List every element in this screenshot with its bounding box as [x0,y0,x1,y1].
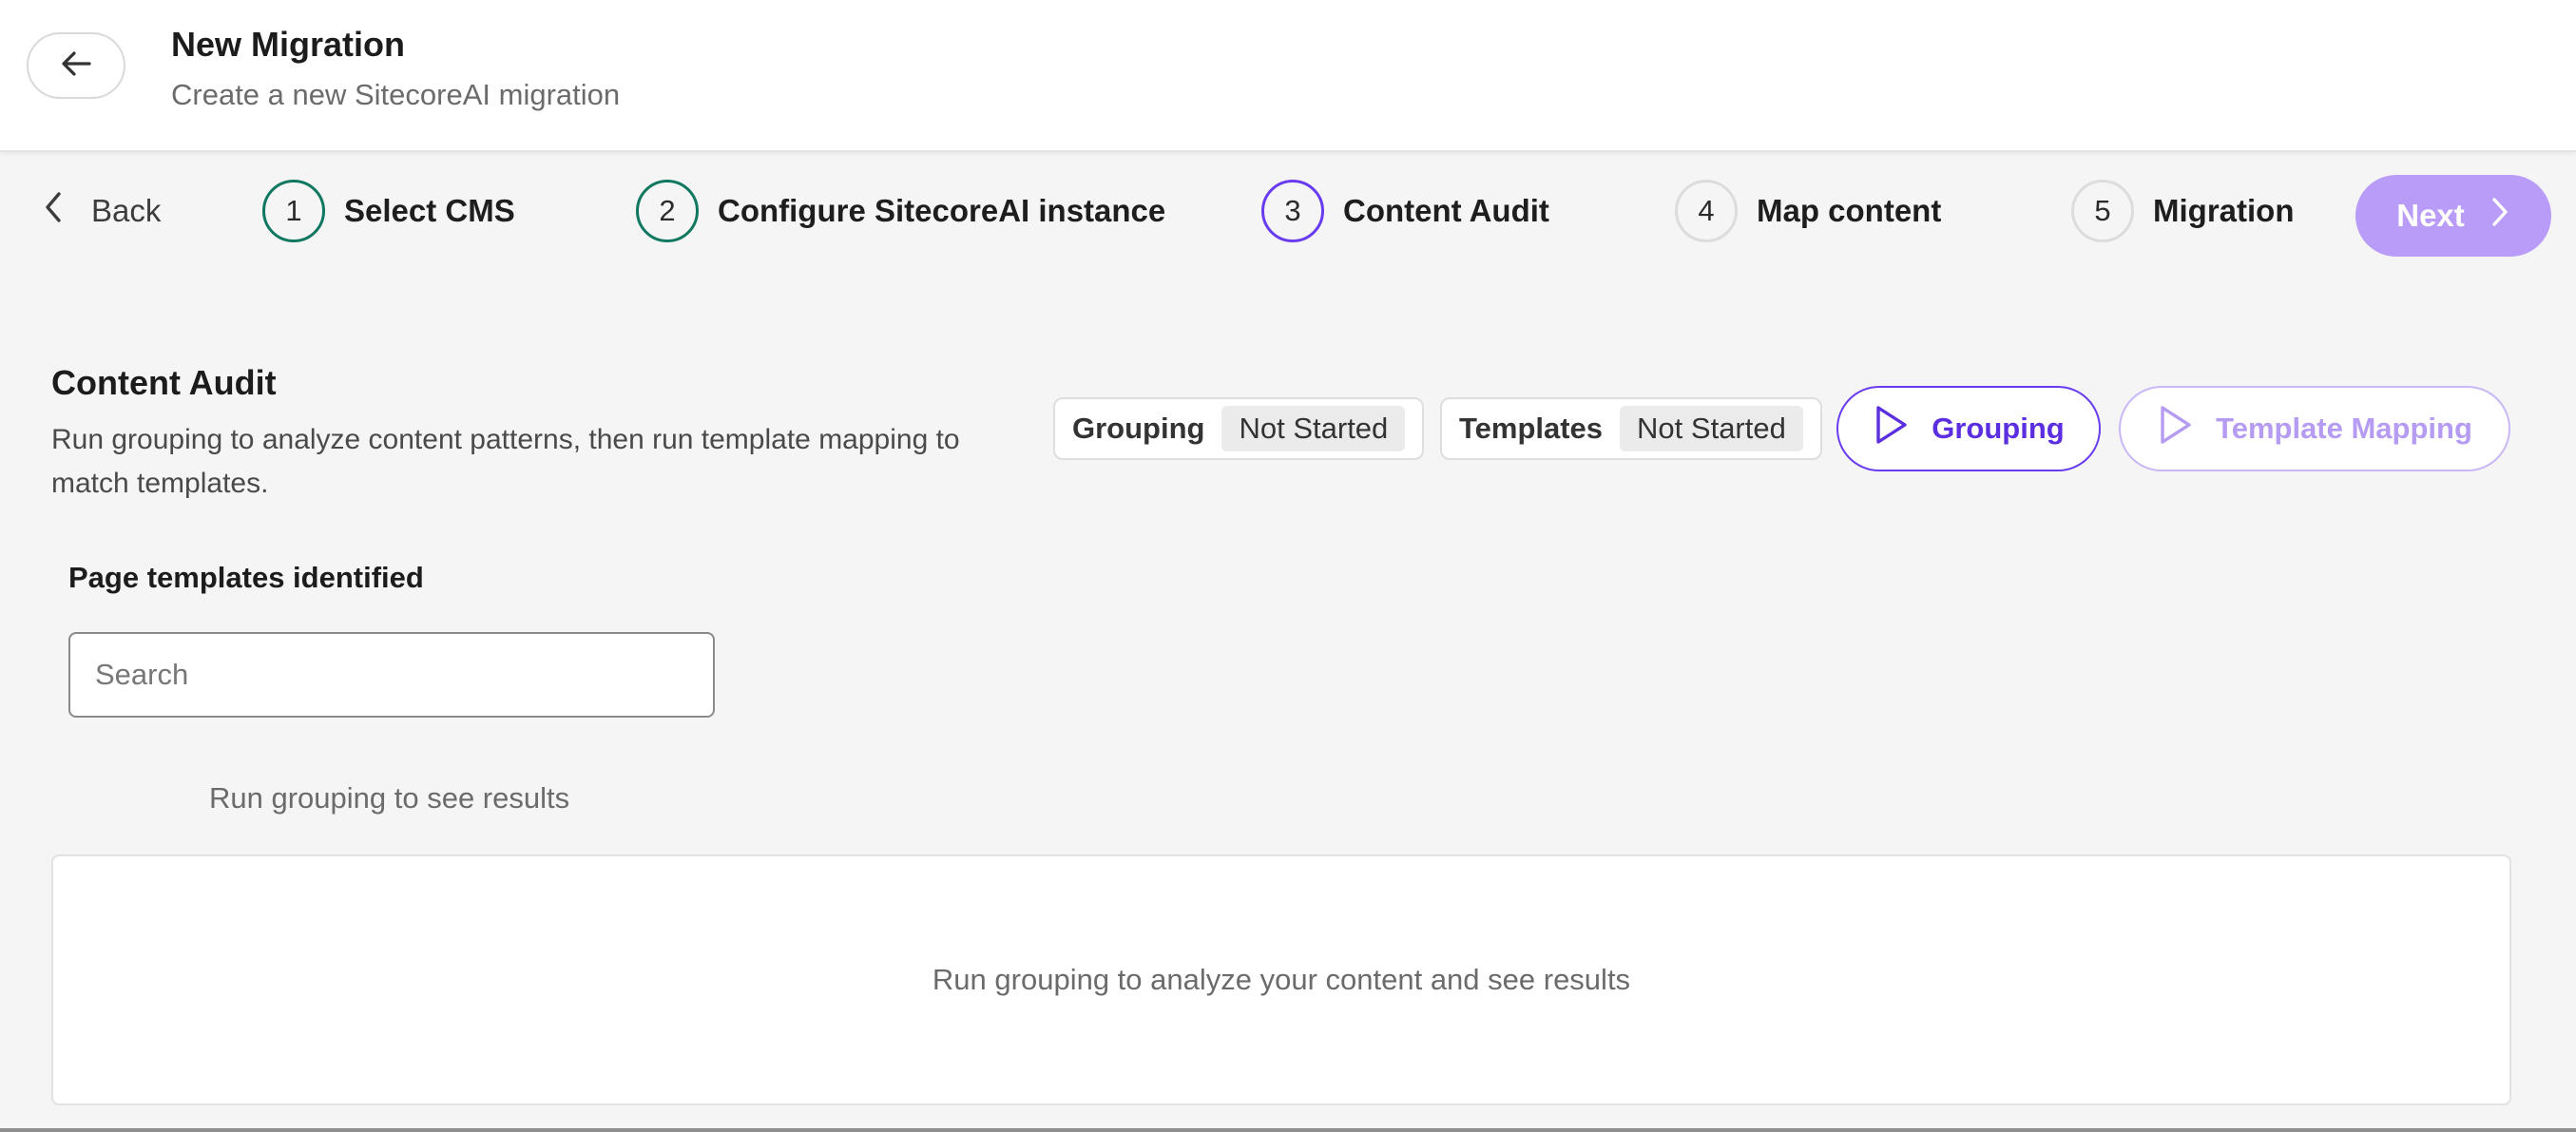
chevron-right-icon [2489,196,2510,236]
run-grouping-label: Grouping [1932,412,2065,445]
step-number: 2 [636,180,699,242]
status-badge: Not Started [1221,406,1406,451]
templates-heading: Page templates identified [68,561,424,594]
empty-hint: Run grouping to see results [209,781,570,815]
next-button[interactable]: Next [2355,175,2551,257]
bottom-divider [0,1128,2576,1132]
chevron-left-icon [42,190,65,232]
step-configure-instance[interactable]: 2 Configure SitecoreAI instance [636,177,1165,245]
wizard-stepper: Back 1 Select CMS 2 Configure SitecoreAI… [0,171,2576,257]
section-description: Run grouping to analyze content patterns… [51,424,960,499]
run-grouping-button[interactable]: Grouping [1836,386,2101,471]
header-back-button[interactable] [27,32,125,99]
results-panel: Run grouping to analyze your content and… [51,854,2511,1105]
status-label: Grouping [1072,412,1205,445]
play-icon [2157,404,2195,453]
step-label: Content Audit [1343,193,1549,228]
search-input[interactable] [68,632,715,718]
step-back-label: Back [91,193,162,228]
status-label: Templates [1459,412,1604,445]
step-map-content[interactable]: 4 Map content [1675,177,1941,245]
step-migration[interactable]: 5 Migration [2071,177,2294,245]
step-label: Select CMS [344,193,515,228]
step-label: Configure SitecoreAI instance [718,193,1166,228]
step-back-button[interactable]: Back [42,181,161,241]
step-number: 4 [1675,180,1738,242]
page-header: New Migration Create a new SitecoreAI mi… [0,0,2576,152]
step-number: 5 [2071,180,2134,242]
step-content-audit[interactable]: 3 Content Audit [1261,177,1549,245]
run-template-mapping-button[interactable]: Template Mapping [2119,386,2510,471]
results-empty-text: Run grouping to analyze your content and… [932,963,1631,996]
grouping-status: Grouping Not Started [1053,397,1425,460]
step-select-cms[interactable]: 1 Select CMS [262,177,515,245]
page-title: New Migration [171,25,406,64]
section-title: Content Audit [51,363,277,402]
step-label: Migration [2153,193,2295,228]
arrow-left-icon [57,45,95,87]
play-icon [1873,404,1911,453]
step-label: Map content [1757,193,1942,228]
page-subtitle: Create a new SitecoreAI migration [171,78,621,111]
run-template-mapping-label: Template Mapping [2216,412,2472,445]
status-badge: Not Started [1620,406,1803,451]
templates-status: Templates Not Started [1440,397,1822,460]
next-label: Next [2396,198,2465,233]
step-number: 1 [262,180,325,242]
step-number: 3 [1261,180,1324,242]
